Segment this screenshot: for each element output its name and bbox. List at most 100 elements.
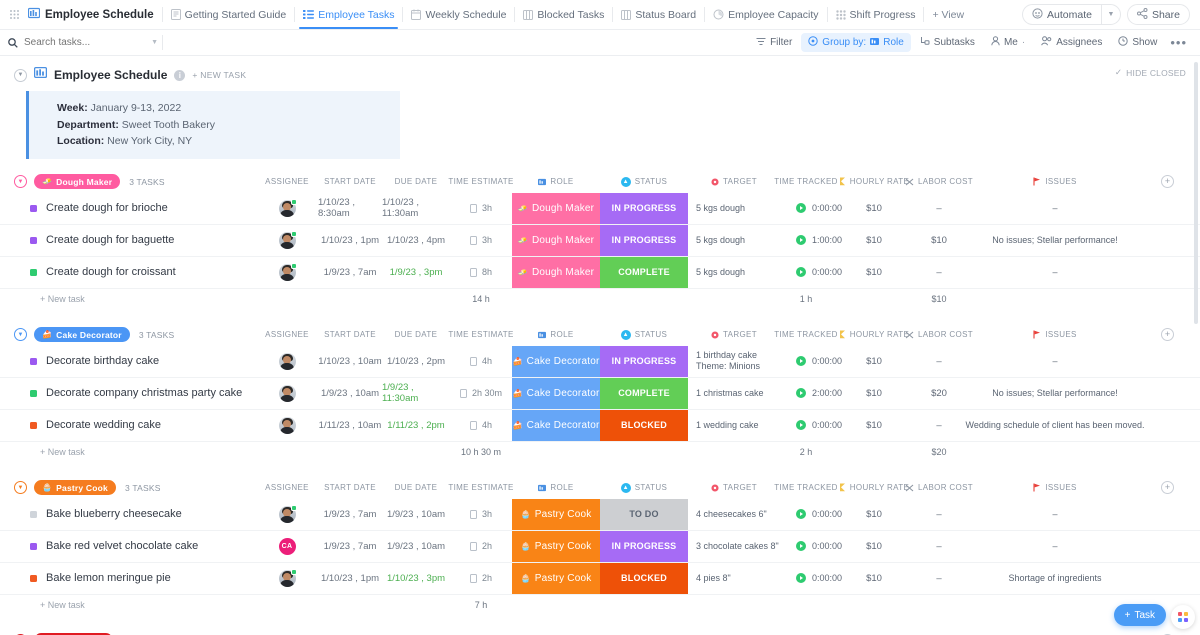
column-header-issues[interactable]: ISSUES <box>965 477 1145 499</box>
labor-cost-cell[interactable]: – <box>905 346 973 377</box>
add-column-button[interactable]: + <box>1161 480 1174 494</box>
column-header-status[interactable]: ▲STATUS <box>600 630 688 635</box>
task-name-cell[interactable]: Decorate birthday cake <box>0 346 256 377</box>
column-header-time-estimate[interactable]: TIME ESTIMATE <box>450 630 512 635</box>
start-timer-icon[interactable] <box>796 356 806 366</box>
column-header-hourly-rate[interactable]: HOURLY RATE <box>838 324 910 346</box>
avatar[interactable] <box>278 504 297 523</box>
time-estimate-cell[interactable]: 3h <box>450 193 512 224</box>
assignee-cell[interactable] <box>256 378 318 409</box>
vertical-scrollbar[interactable] <box>1194 62 1198 324</box>
status-cell[interactable]: BLOCKED <box>600 409 688 441</box>
time-estimate-cell[interactable]: 8h <box>450 257 512 288</box>
automate-split-button[interactable]: Automate ▼ <box>1022 4 1121 25</box>
me-button[interactable]: Me · <box>984 33 1032 52</box>
table-row[interactable]: Bake lemon meringue pie 1/10/23 , 1pm 1/10… <box>0 562 1200 595</box>
column-header-status[interactable]: ▲STATUS <box>600 171 688 193</box>
start-date-cell[interactable]: 1/10/23 , 1pm <box>318 225 382 256</box>
due-date-cell[interactable]: 1/9/23 , 10am <box>382 531 450 562</box>
start-timer-icon[interactable] <box>796 267 806 277</box>
column-header-issues[interactable]: ISSUES <box>965 324 1145 346</box>
issues-cell[interactable]: Shortage of ingredients <box>965 563 1145 594</box>
assignee-cell[interactable]: CA <box>256 531 318 562</box>
subtasks-button[interactable]: Subtasks <box>913 33 982 52</box>
status-cell[interactable]: IN PROGRESS <box>600 530 688 562</box>
task-name-cell[interactable]: Bake red velvet chocolate cake <box>0 531 256 562</box>
add-view-button[interactable]: + View <box>924 0 972 29</box>
collapse-group-icon[interactable]: ▼ <box>14 175 27 188</box>
start-date-cell[interactable]: 1/10/23 , 8:30am <box>318 193 382 224</box>
labor-cost-cell[interactable]: $10 <box>905 225 973 256</box>
hourly-rate-cell[interactable]: $10 <box>838 193 910 224</box>
time-estimate-cell[interactable]: 2h <box>450 531 512 562</box>
time-estimate-cell[interactable]: 4h <box>450 346 512 377</box>
column-header-labor-cost[interactable]: LABOR COST <box>905 477 973 499</box>
start-date-cell[interactable]: 1/9/23 , 7am <box>318 531 382 562</box>
avatar[interactable] <box>278 262 297 281</box>
search-input[interactable] <box>24 37 146 48</box>
start-timer-icon[interactable] <box>796 203 806 213</box>
column-header-due-date[interactable]: DUE DATE <box>382 171 450 193</box>
table-row[interactable]: Decorate birthday cake 1/10/23 , 10am 1/10… <box>0 345 1200 378</box>
task-name-cell[interactable]: Create dough for baguette <box>0 225 256 256</box>
group-by-button[interactable]: Group by: Role <box>801 33 911 52</box>
status-cell[interactable]: COMPLETE <box>600 256 688 288</box>
issues-cell[interactable]: – <box>965 193 1145 224</box>
start-timer-icon[interactable] <box>796 541 806 551</box>
table-row[interactable]: Create dough for baguette 1/10/23 , 1pm 1/… <box>0 224 1200 257</box>
hourly-rate-cell[interactable]: $10 <box>838 378 910 409</box>
role-cell[interactable]: 🧈 Dough Maker <box>512 192 600 224</box>
role-cell[interactable]: 🧁 Pastry Cook <box>512 562 600 594</box>
hourly-rate-cell[interactable]: $10 <box>838 410 910 441</box>
column-header-labor-cost[interactable]: LABOR COST <box>905 171 973 193</box>
table-row[interactable]: Create dough for brioche 1/10/23 , 8:30am… <box>0 192 1200 225</box>
task-name-cell[interactable]: Bake lemon meringue pie <box>0 563 256 594</box>
tab-blocked-tasks[interactable]: Blocked Tasks <box>515 0 612 29</box>
info-icon[interactable]: i <box>174 69 186 81</box>
assignee-cell[interactable] <box>256 193 318 224</box>
column-header-assignee[interactable]: ASSIGNEE <box>256 171 318 193</box>
status-cell[interactable]: IN PROGRESS <box>600 192 688 224</box>
avatar[interactable] <box>278 568 297 587</box>
issues-cell[interactable]: No issues; Stellar performance! <box>965 225 1145 256</box>
column-header-role[interactable]: ROLE <box>512 324 600 346</box>
search-box[interactable]: ▼ <box>8 37 158 48</box>
table-row[interactable]: Decorate company christmas party cake 1/9… <box>0 377 1200 410</box>
column-header-labor-cost[interactable]: LABOR COST <box>905 324 973 346</box>
hide-closed-toggle[interactable]: ✓ HIDE CLOSED <box>1115 67 1186 78</box>
column-header-time-estimate[interactable]: TIME ESTIMATE <box>448 477 513 499</box>
task-name-cell[interactable]: Create dough for brioche <box>0 193 256 224</box>
column-header-due-date[interactable]: DUE DATE <box>382 324 450 346</box>
task-name-cell[interactable]: Decorate company christmas party cake <box>0 378 256 409</box>
status-cell[interactable]: BLOCKED <box>600 562 688 594</box>
role-cell[interactable]: 🍰 Cake Decorator <box>512 345 600 377</box>
issues-cell[interactable]: No issues; Stellar performance! <box>965 378 1145 409</box>
column-header-issues[interactable]: ISSUES <box>965 630 1145 635</box>
hourly-rate-cell[interactable]: $10 <box>838 346 910 377</box>
add-task-fab[interactable]: + Task <box>1113 604 1166 626</box>
column-header-hourly-rate[interactable]: HOURLY RATE <box>838 477 910 499</box>
avatar[interactable] <box>278 230 297 249</box>
start-timer-icon[interactable] <box>796 509 806 519</box>
add-column-button[interactable]: + <box>1161 174 1174 188</box>
column-header-issues[interactable]: ISSUES <box>965 171 1145 193</box>
start-date-cell[interactable]: 1/10/23 , 1pm <box>318 563 382 594</box>
column-header-time-estimate[interactable]: TIME ESTIMATE <box>448 324 513 346</box>
start-date-cell[interactable]: 1/11/23 , 10am <box>318 410 382 441</box>
column-header-hourly-rate[interactable]: HOURLY RATE <box>838 171 910 193</box>
avatar[interactable] <box>278 384 296 402</box>
time-estimate-cell[interactable]: 2h <box>450 563 512 594</box>
start-date-cell[interactable]: 1/9/23 , 10am <box>318 378 382 409</box>
column-header-start-date[interactable]: START DATE <box>318 171 382 193</box>
time-estimate-cell[interactable]: 2h 30m <box>450 378 512 409</box>
share-button[interactable]: Share <box>1126 4 1190 25</box>
table-row[interactable]: Bake blueberry cheesecake 1/9/23 , 7am 1/9… <box>0 498 1200 531</box>
assignee-cell[interactable] <box>256 225 318 256</box>
labor-cost-cell[interactable]: – <box>905 499 973 530</box>
assignee-cell[interactable] <box>256 257 318 288</box>
tab-getting-started-guide[interactable]: Getting Started Guide <box>163 0 295 29</box>
avatar[interactable] <box>278 352 296 370</box>
labor-cost-cell[interactable]: – <box>905 531 973 562</box>
role-cell[interactable]: 🧈 Dough Maker <box>512 256 600 288</box>
column-header-due-date[interactable]: DUE DATE <box>382 630 450 635</box>
